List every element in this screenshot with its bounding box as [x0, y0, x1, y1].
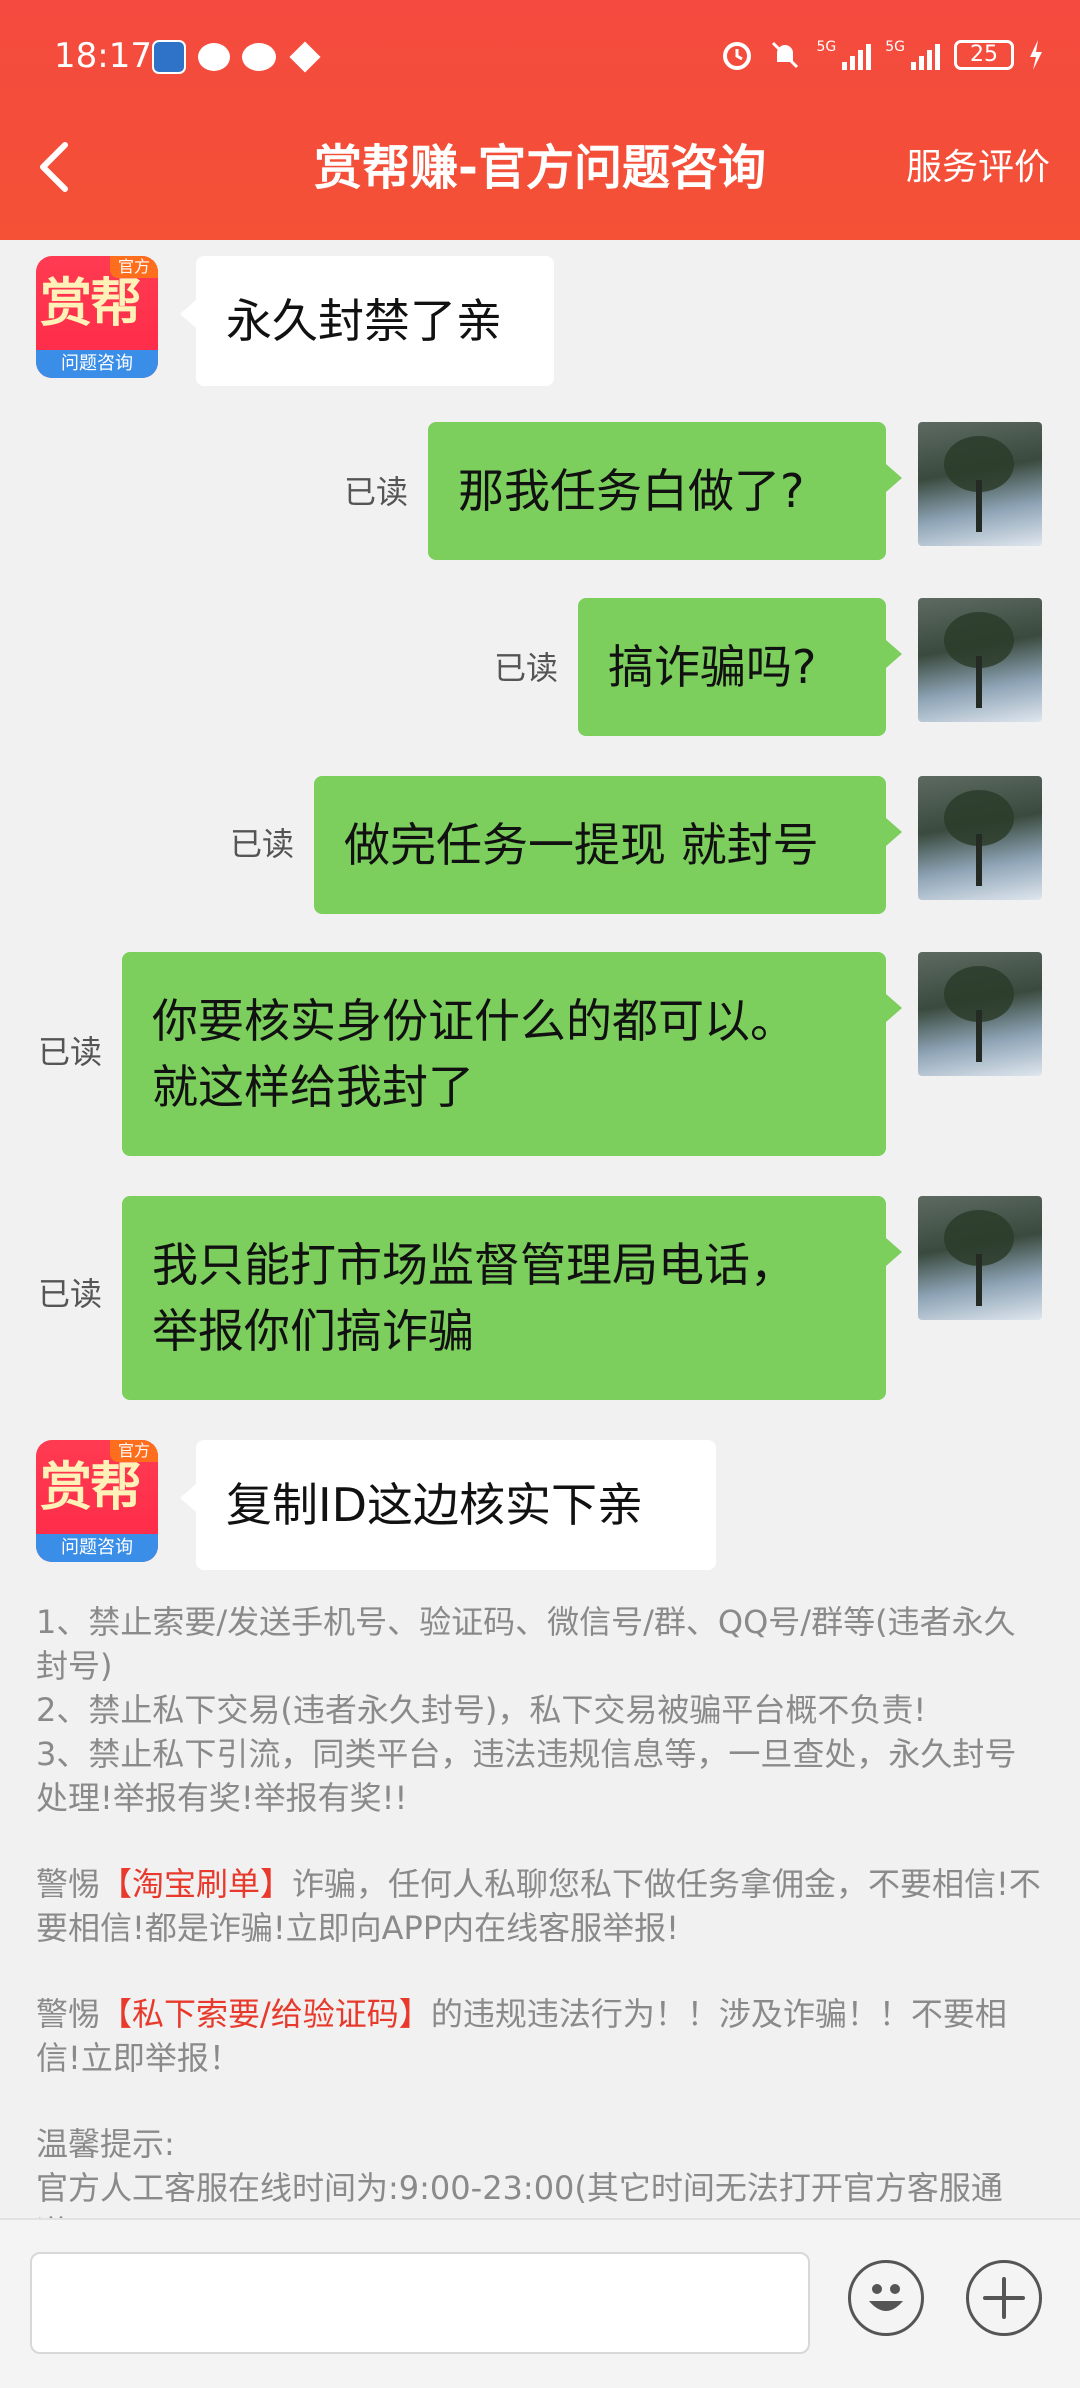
alarm-icon [723, 42, 752, 70]
notice-rule-3: 3、禁止私下引流，同类平台，违法违规信息等，一旦查处，永久封号处理!举报有奖!举… [36, 1735, 1017, 1817]
notification-icons [152, 40, 321, 74]
read-status: 已读 [38, 1033, 103, 1071]
official-avatar[interactable]: 官方 赏帮 问题咨询 [36, 1440, 158, 1562]
chat-area[interactable]: 官方 赏帮 问题咨询 永久封禁了亲 已读 那我任务白做了? 已读 搞诈骗吗? 已… [0, 240, 1080, 2218]
user-avatar[interactable] [918, 952, 1042, 1076]
plus-circle-icon [983, 2277, 1025, 2319]
avatar-logo-text: 赏帮 [40, 274, 142, 334]
notice-warning-2: 警惕【私下索要/给验证码】的违规违法行为！！涉及诈骗！！不要相信!立即举报！ [36, 1995, 1007, 2077]
mute-bell-icon [772, 41, 799, 69]
user-avatar[interactable] [918, 1196, 1042, 1320]
message-text: 我只能打市场监督管理局电话， 举报你们搞诈骗 [152, 1238, 796, 1358]
diamond-icon [289, 41, 321, 73]
page-title: 赏帮赚-官方问题咨询 [314, 140, 766, 196]
notice-rule-2: 2、禁止私下交易(违者永久封号)，私下交易被骗平台概不负责! [36, 1691, 927, 1729]
charging-icon [1030, 40, 1042, 70]
signal-icon-1: 5G [816, 40, 872, 70]
user-avatar[interactable] [918, 422, 1042, 546]
avatar-bottom-label: 问题咨询 [36, 1534, 158, 1562]
read-status: 已读 [494, 649, 559, 687]
message-bubble[interactable]: 做完任务一提现 就封号 [314, 776, 902, 914]
notice-rule-1: 1、禁止索要/发送手机号、验证码、微信号/群、QQ号/群等(违者永久封号) [36, 1603, 1016, 1685]
user-avatar[interactable] [918, 598, 1042, 722]
message-text: 做完任务一提现 就封号 [344, 818, 819, 872]
signal-icon-2: 5G [885, 40, 940, 70]
notice-tip-text: 官方人工客服在线时间为:9:00-23:00(其它时间无法打开官方客服通道) [36, 2169, 1003, 2218]
smiley-icon [869, 2284, 903, 2311]
user-avatar[interactable] [918, 776, 1042, 900]
message-text: 永久封禁了亲 [226, 294, 502, 348]
warning-highlight: 【私下索要/给验证码】 [100, 1995, 431, 2033]
service-rating-button[interactable]: 服务评价 [906, 140, 1050, 196]
notice-tip-title: 温馨提示: [36, 2125, 175, 2163]
chevron-left-icon [40, 142, 68, 192]
message-bubble[interactable]: 复制ID这边核实下亲 [180, 1440, 716, 1570]
platform-notice: 1、禁止索要/发送手机号、验证码、微信号/群、QQ号/群等(违者永久封号) 2、… [36, 1600, 1046, 2218]
read-status: 已读 [38, 1275, 103, 1313]
chat-header: 赏帮赚-官方问题咨询 服务评价 [0, 90, 1080, 240]
back-button[interactable] [26, 132, 82, 202]
status-time: 18:17 [54, 36, 152, 76]
message-text: 复制ID这边核实下亲 [226, 1478, 643, 1532]
read-status: 已读 [344, 473, 409, 511]
message-icon [242, 43, 276, 71]
warning-highlight: 【淘宝刷单】 [100, 1865, 293, 1903]
message-bubble[interactable]: 我只能打市场监督管理局电话， 举报你们搞诈骗 [122, 1196, 902, 1400]
status-right-icons: 5G 5G 25 [720, 38, 1044, 72]
message-bubble[interactable]: 搞诈骗吗? [578, 598, 902, 736]
read-status: 已读 [230, 825, 295, 863]
battery-icon: 25 [954, 40, 1014, 70]
emoji-button[interactable] [848, 2260, 924, 2336]
message-bubble[interactable]: 你要核实身份证什么的都可以。 就这样给我封了 [122, 952, 902, 1156]
wechat-icon [198, 43, 230, 71]
status-bar: 18:17 5G 5G 25 [0, 0, 1080, 90]
notice-warning-1: 警惕【淘宝刷单】诈骗，任何人私聊您私下做任务拿佣金，不要相信!不要相信!都是诈骗… [36, 1865, 1041, 1947]
message-text: 你要核实身份证什么的都可以。 就这样给我封了 [152, 994, 796, 1114]
app-notification-icon [152, 40, 186, 74]
message-text: 搞诈骗吗? [608, 640, 817, 694]
message-text: 那我任务白做了? [458, 464, 805, 518]
more-button[interactable] [966, 2260, 1042, 2336]
message-input[interactable] [30, 2252, 810, 2354]
message-bubble[interactable]: 永久封禁了亲 [180, 256, 554, 386]
top-bar: 18:17 5G 5G 25 赏帮赚-官方问题咨询 服务评价 [0, 0, 1080, 240]
message-bubble[interactable]: 那我任务白做了? [428, 422, 902, 560]
input-bar [0, 2218, 1080, 2388]
official-avatar[interactable]: 官方 赏帮 问题咨询 [36, 256, 158, 378]
avatar-bottom-label: 问题咨询 [36, 350, 158, 378]
avatar-logo-text: 赏帮 [40, 1458, 142, 1518]
